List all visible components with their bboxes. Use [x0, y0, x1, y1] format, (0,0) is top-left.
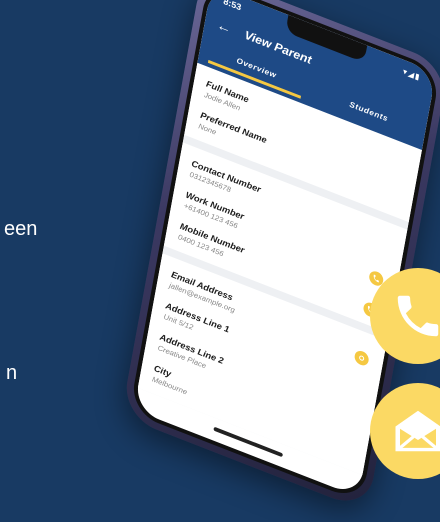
- arrow-left-icon[interactable]: ←: [216, 16, 233, 37]
- phone-icon: [373, 274, 379, 283]
- email-icon: [359, 355, 365, 361]
- signal-battery-icon: ▾◢▮: [402, 66, 422, 82]
- background-text-1: een: [4, 218, 38, 240]
- background-text-2: n: [6, 362, 18, 384]
- promo-stage: een n 8:53 ▾◢▮ ← View Parent Overview St…: [0, 0, 440, 522]
- status-time: 8:53: [222, 0, 243, 13]
- phone-icon: [397, 295, 439, 337]
- envelope-open-icon: [395, 410, 440, 452]
